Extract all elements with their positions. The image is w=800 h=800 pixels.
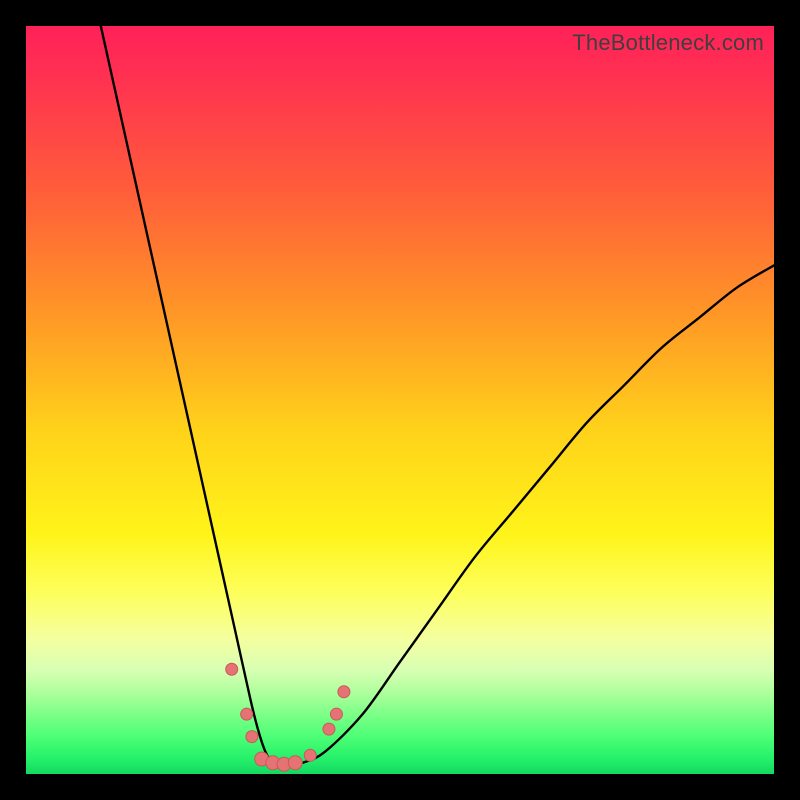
curve-marker <box>288 756 302 770</box>
curve-marker <box>246 731 258 743</box>
curve-markers <box>226 663 350 771</box>
curve-marker <box>266 756 280 770</box>
watermark-text: TheBottleneck.com <box>572 30 764 56</box>
curve-marker <box>241 708 253 720</box>
chart-frame: TheBottleneck.com <box>0 0 800 800</box>
plot-area: TheBottleneck.com <box>26 26 774 774</box>
curve-marker <box>277 757 291 771</box>
chart-svg <box>26 26 774 774</box>
curve-marker <box>323 723 335 735</box>
curve-marker <box>226 663 238 675</box>
bottleneck-curve <box>101 26 774 767</box>
curve-marker <box>330 708 342 720</box>
curve-marker <box>338 686 350 698</box>
curve-marker <box>304 749 316 761</box>
curve-marker <box>255 752 269 766</box>
